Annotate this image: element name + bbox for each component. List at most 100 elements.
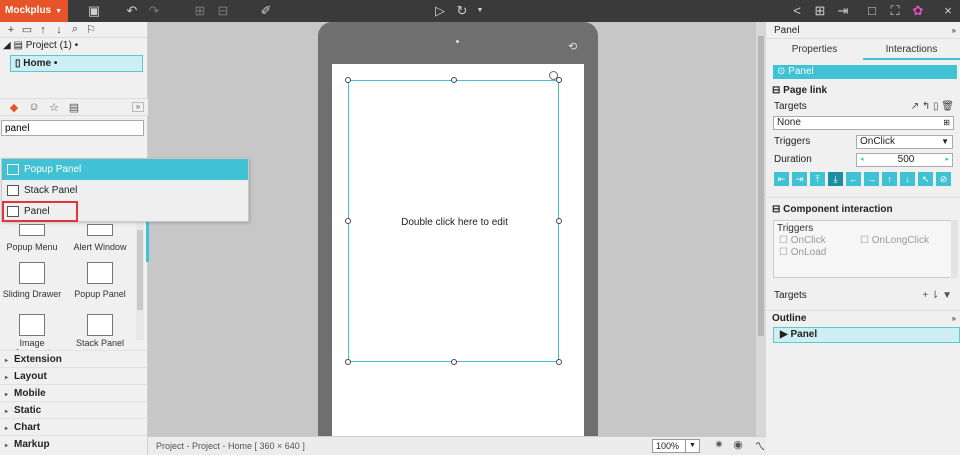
format-brush-icon[interactable]: ✐ [256,0,276,22]
resize-handle[interactable] [556,359,562,365]
triggers-list: Triggers ☐ OnClick ☐ OnLongClick ☐ OnLoa… [773,220,953,278]
play-icon[interactable]: ▷ [430,0,450,22]
page-link-section[interactable]: ⊟ Page link [766,83,960,99]
category-chart[interactable]: ▸ Chart [0,418,147,435]
close-icon[interactable]: × [938,0,958,22]
share-icon[interactable]: < [787,0,807,22]
canvas-scrollbar[interactable] [756,22,766,436]
zoom-select[interactable]: 100% ▼ [652,439,700,453]
category-label: Layout [14,371,47,382]
category-markup[interactable]: ▸ Markup [0,435,147,455]
component-label: Stack Panel [75,338,125,348]
target-actions-icons[interactable]: ↗ ↰ ▯ 🗑 [911,99,954,115]
category-layout[interactable]: ▸ Layout [0,367,147,384]
eye-icon[interactable]: ◉ [730,438,746,454]
flag-icon[interactable]: ⚐ [83,23,99,36]
trigger-option-onlongclick[interactable]: ☐ OnLongClick [860,235,929,246]
push-left-icon[interactable]: ← [846,172,861,186]
scroll-thumb[interactable] [758,36,764,336]
distribute-icon[interactable]: ⊟ [213,0,233,22]
selected-element[interactable]: ⊙ Panel [773,65,957,79]
resize-handle[interactable] [345,218,351,224]
push-up-icon[interactable]: ↑ [882,172,897,186]
push-right-icon[interactable]: → [864,172,879,186]
resize-handle[interactable] [345,77,351,83]
component-popup-panel[interactable]: Popup Panel [70,262,130,299]
increase-icon[interactable]: ▸ [945,154,949,166]
emoji-icon[interactable]: ☺ [24,101,44,113]
tab-interactions[interactable]: Interactions [863,39,960,60]
result-stack-panel[interactable]: Stack Panel [2,180,248,201]
target-tools-icons[interactable]: + ⇂ ▼ [922,288,952,304]
component-library-icon[interactable]: ◆ [4,101,24,114]
result-popup-panel[interactable]: Popup Panel [2,159,248,180]
image-icon[interactable]: ▤ [64,101,84,114]
resize-handle[interactable] [345,359,351,365]
slide-right-icon[interactable]: ⇥ [792,172,807,186]
sun-icon[interactable]: ✷ [711,438,727,454]
rotate-icon[interactable]: ⟲ [568,40,577,53]
triggers-label: Triggers [774,136,811,147]
add-icon[interactable]: ⊞ [943,117,950,129]
component-stack-panel[interactable]: Stack Panel [70,314,130,348]
chevron-down-icon[interactable]: ▼ [470,0,490,22]
duration-stepper[interactable]: ◂ 500 ▸ [856,153,953,167]
decrease-icon[interactable]: ◂ [860,154,864,166]
component-alert-window[interactable]: Alert Window [70,224,130,252]
category-mobile[interactable]: ▸ Mobile [0,384,147,401]
brand-menu[interactable]: Mockplus ▼ [0,0,68,22]
slide-bottom-icon[interactable]: ⤓ [828,172,843,186]
project-node[interactable]: ◢ ▤ Project (1) • [0,38,147,54]
save-icon[interactable]: ▣ [84,0,104,22]
page-node-home[interactable]: ▯ Home • [10,55,143,72]
window-icon[interactable]: □ [862,0,882,22]
no-animation-icon[interactable]: ⊘ [936,172,951,186]
gift-icon[interactable]: ✿ [908,0,928,22]
arrow-up-icon[interactable]: ↑ [35,24,51,36]
category-static[interactable]: ▸ Static [0,401,147,418]
slide-left-icon[interactable]: ⇤ [774,172,789,186]
component-interaction-heading: Component interaction [783,204,893,215]
resize-handle[interactable] [451,359,457,365]
push-down-icon[interactable]: ↓ [900,172,915,186]
zoom-icon[interactable]: ↖ [918,172,933,186]
targets-label: Targets [774,101,807,112]
align-icon[interactable]: ⊞ [190,0,210,22]
resize-handle[interactable] [451,77,457,83]
panel-component[interactable]: Double click here to edit [348,80,559,362]
folder-icon[interactable]: ▭ [19,23,35,36]
component-search-input[interactable] [1,120,144,136]
collapse-icon[interactable]: » [952,22,956,39]
redo-icon[interactable]: ↷ [144,0,164,22]
resize-handle[interactable] [556,77,562,83]
trigger-option-onload[interactable]: ☐ OnLoad [774,246,952,258]
inspector-title: Panel [774,25,800,36]
search-icon[interactable]: ⌕ [67,23,83,36]
fullscreen-icon[interactable]: ⛶ [885,0,905,22]
panel-placeholder-text: Double click here to edit [401,217,508,228]
scroll-thumb[interactable] [137,230,143,310]
trigger-select[interactable]: OnClick ▼ [856,135,953,149]
tab-properties[interactable]: Properties [766,39,863,60]
component-sliding-drawer[interactable]: Sliding Drawer [2,262,62,299]
collapse-icon[interactable]: » [952,311,956,327]
resize-handle[interactable] [556,218,562,224]
target-select[interactable]: None ⊞ [773,116,954,130]
triggers-scrollbar[interactable] [951,220,958,278]
add-icon[interactable]: + [3,24,19,36]
category-extension[interactable]: ▸ Extension [0,350,147,367]
result-panel[interactable]: Panel [2,201,78,222]
export-icon[interactable]: ⇥ [833,0,853,22]
undo-icon[interactable]: ↶ [122,0,142,22]
grid-icon[interactable]: ⊞ [810,0,830,22]
target-select-wrap: None ⊞ [766,115,960,133]
star-icon[interactable]: ☆ [44,101,64,114]
slide-top-icon[interactable]: ⤒ [810,172,825,186]
component-interaction-section[interactable]: ⊟ Component interaction [766,202,960,218]
component-popup-menu[interactable]: Popup Menu [2,224,62,252]
outline-section[interactable]: Outline » [766,310,960,326]
outline-item-panel[interactable]: ▶ Panel [773,327,960,343]
refresh-icon[interactable]: ↻ [452,0,472,22]
collapse-icon[interactable]: » [132,102,144,112]
arrow-down-icon[interactable]: ↓ [51,24,67,36]
